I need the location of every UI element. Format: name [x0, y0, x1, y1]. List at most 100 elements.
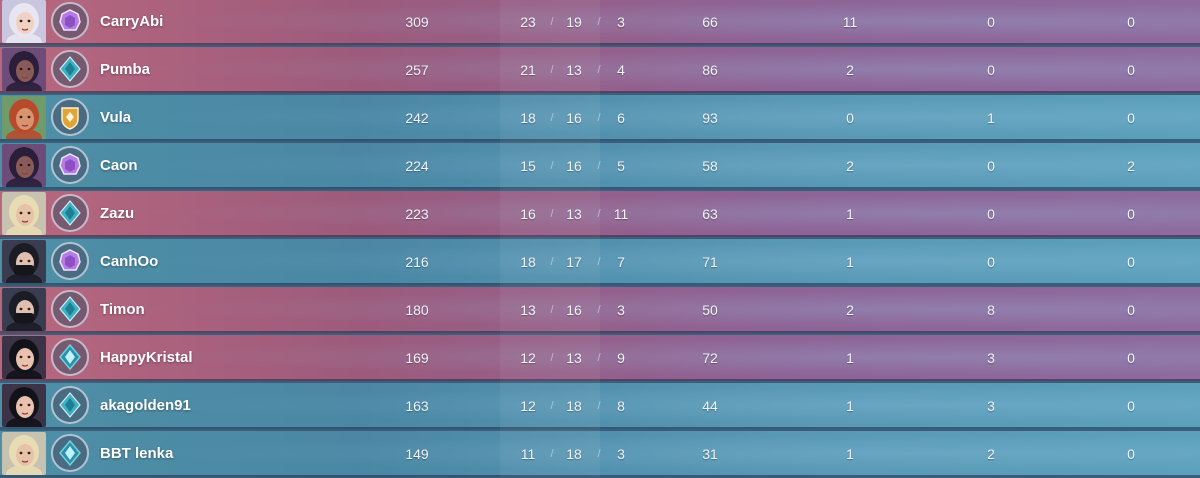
player-row[interactable]: Vula 242 18 16 6 93 0 1 0//: [0, 95, 1200, 141]
kda-separator: /: [550, 160, 554, 172]
first-bloods: 2: [846, 158, 854, 174]
agent-portrait-dark-hair: [2, 48, 46, 91]
platinum-rank-icon: [50, 289, 90, 329]
kda-separator: /: [597, 304, 601, 316]
first-bloods: 1: [846, 446, 854, 462]
scoreboard: CarryAbi 309 23 19 3 66 11 0 0// Pumba 257 21 13 4 86…: [0, 0, 1200, 477]
kda-separator: /: [597, 112, 601, 124]
econ-rating: 58: [702, 158, 718, 174]
econ-rating: 86: [702, 62, 718, 78]
econ-rating: 44: [702, 398, 718, 414]
agent-portrait-masked: [2, 288, 46, 331]
kda-separator: /: [597, 448, 601, 460]
first-bloods: 2: [846, 62, 854, 78]
econ-rating: 63: [702, 206, 718, 222]
kda-separator: /: [550, 304, 554, 316]
agent-portrait-black-hair: [2, 384, 46, 427]
agent-portrait-dark-hair: [2, 144, 46, 187]
combat-score: 169: [405, 350, 429, 366]
econ-rating: 72: [702, 350, 718, 366]
amethyst-rank-icon: [50, 1, 90, 41]
defuses: 0: [1127, 110, 1135, 126]
kda-separator: /: [597, 16, 601, 28]
player-name[interactable]: akagolden91: [100, 383, 191, 429]
diamond-rank-icon: [50, 433, 90, 473]
first-bloods: 1: [846, 254, 854, 270]
player-row[interactable]: akagolden91 163 12 18 8 44 1 3 0//: [0, 383, 1200, 429]
kda-separator: /: [550, 256, 554, 268]
first-bloods: 1: [846, 350, 854, 366]
player-name[interactable]: Zazu: [100, 191, 134, 237]
player-row[interactable]: BBT lenka 149 11 18 3 31 1 2 0//: [0, 431, 1200, 477]
plants: 8: [987, 302, 995, 318]
defuses: 2: [1127, 158, 1135, 174]
agent-portrait-silver-hair: [2, 0, 46, 43]
plants: 0: [987, 62, 995, 78]
plants: 0: [987, 206, 995, 222]
plants: 0: [987, 254, 995, 270]
plants: 3: [987, 398, 995, 414]
agent-portrait-blonde-hair: [2, 432, 46, 475]
player-row[interactable]: CarryAbi 309 23 19 3 66 11 0 0//: [0, 0, 1200, 45]
kda-separator: /: [597, 64, 601, 76]
first-bloods: 11: [842, 14, 858, 30]
diamond-rank-icon: [50, 337, 90, 377]
platinum-rank-icon: [50, 193, 90, 233]
combat-score: 180: [405, 302, 429, 318]
first-bloods: 1: [846, 398, 854, 414]
defuses: 0: [1127, 14, 1135, 30]
combat-score: 216: [405, 254, 429, 270]
defuses: 0: [1127, 398, 1135, 414]
defuses: 0: [1127, 62, 1135, 78]
player-row[interactable]: HappyKristal 169 12 13 9 72 1 3 0//: [0, 335, 1200, 381]
player-row[interactable]: Timon 180 13 16 3 50 2 8 0//: [0, 287, 1200, 333]
player-row[interactable]: Zazu 223 16 13 11 63 1 0 0//: [0, 191, 1200, 237]
agent-portrait-red-hair: [2, 96, 46, 139]
kda-separator: /: [550, 352, 554, 364]
agent-portrait-masked: [2, 240, 46, 283]
player-name[interactable]: Timon: [100, 287, 145, 333]
player-row[interactable]: Caon 224 15 16 5 58 2 0 2//: [0, 143, 1200, 189]
combat-score: 257: [405, 62, 429, 78]
econ-rating: 66: [702, 14, 718, 30]
kda-separator: /: [550, 448, 554, 460]
plants: 0: [987, 14, 995, 30]
player-row[interactable]: CanhOo 216 18 17 7 71 1 0 0//: [0, 239, 1200, 285]
player-name[interactable]: CanhOo: [100, 239, 158, 285]
platinum-rank-icon: [50, 385, 90, 425]
player-name[interactable]: CarryAbi: [100, 0, 163, 45]
kda-separator: /: [597, 160, 601, 172]
combat-score: 149: [405, 446, 429, 462]
player-name[interactable]: Vula: [100, 95, 131, 141]
player-row[interactable]: Pumba 257 21 13 4 86 2 0 0//: [0, 47, 1200, 93]
defuses: 0: [1127, 206, 1135, 222]
plants: 1: [987, 110, 995, 126]
player-name[interactable]: Pumba: [100, 47, 150, 93]
kda-separator: /: [550, 112, 554, 124]
kda-separator: /: [597, 256, 601, 268]
kda-separator: /: [597, 208, 601, 220]
combat-score: 309: [405, 14, 429, 30]
defuses: 0: [1127, 254, 1135, 270]
kda-separator: /: [550, 400, 554, 412]
kda-separator: /: [597, 400, 601, 412]
econ-rating: 71: [702, 254, 718, 270]
econ-rating: 93: [702, 110, 718, 126]
player-name[interactable]: Caon: [100, 143, 138, 189]
first-bloods: 1: [846, 206, 854, 222]
amethyst-rank-icon: [50, 241, 90, 281]
gold-rank-icon: [50, 97, 90, 137]
first-bloods: 2: [846, 302, 854, 318]
combat-score: 242: [405, 110, 429, 126]
plants: 0: [987, 158, 995, 174]
agent-portrait-blonde-hair: [2, 192, 46, 235]
defuses: 0: [1127, 350, 1135, 366]
player-name[interactable]: HappyKristal: [100, 335, 193, 381]
kda-separator: /: [550, 208, 554, 220]
kda-separator: /: [550, 16, 554, 28]
plants: 2: [987, 446, 995, 462]
kda-separator: /: [597, 352, 601, 364]
amethyst-rank-icon: [50, 145, 90, 185]
defuses: 0: [1127, 446, 1135, 462]
player-name[interactable]: BBT lenka: [100, 431, 173, 477]
